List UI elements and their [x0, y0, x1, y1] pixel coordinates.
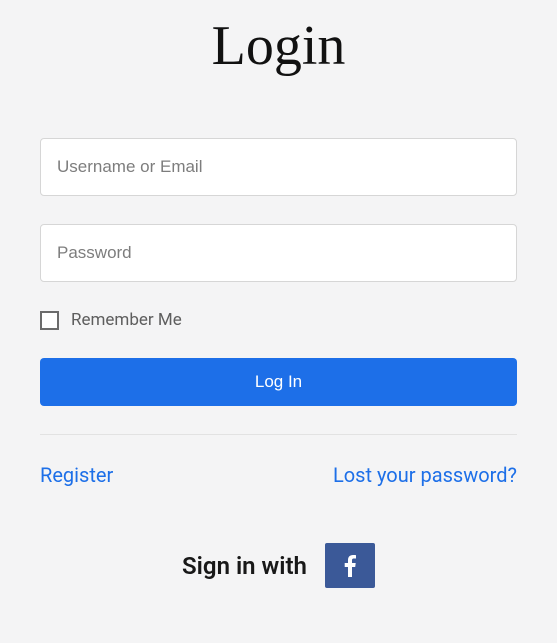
social-sign-in-label: Sign in with — [182, 552, 307, 580]
login-button[interactable]: Log In — [40, 358, 517, 406]
page-title: Login — [40, 14, 517, 78]
remember-me-row: Remember Me — [40, 310, 517, 330]
username-input[interactable] — [40, 138, 517, 196]
password-input[interactable] — [40, 224, 517, 282]
remember-me-label: Remember Me — [71, 310, 182, 330]
remember-me-checkbox[interactable] — [40, 311, 59, 330]
facebook-icon — [344, 555, 356, 577]
divider — [40, 434, 517, 435]
facebook-login-button[interactable] — [325, 543, 375, 588]
lost-password-link[interactable]: Lost your password? — [333, 463, 517, 487]
register-link[interactable]: Register — [40, 463, 113, 487]
